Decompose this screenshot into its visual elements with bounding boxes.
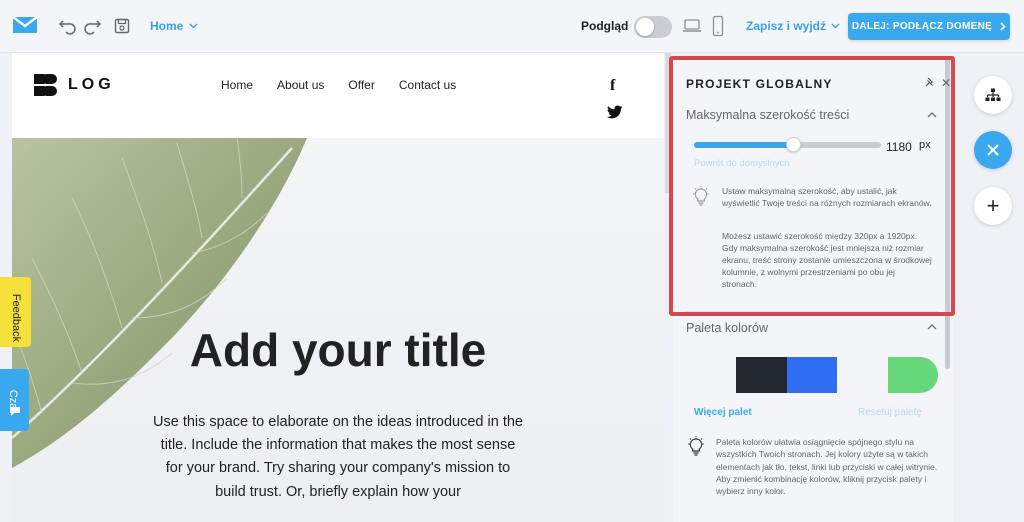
sitemap-icon — [985, 88, 1001, 101]
plus-icon: + — [986, 193, 1000, 218]
page-canvas[interactable]: LOG Home About us Offer Contact us f Add… — [12, 53, 664, 522]
site-structure-button[interactable] — [974, 76, 1012, 114]
site-nav: Home About us Offer Contact us — [221, 78, 456, 92]
brand-logo-icon — [34, 74, 57, 96]
save-exit-label: Zapisz i wyjdź — [746, 19, 827, 33]
chat-label: Czat — [7, 389, 19, 413]
palette-info-text: Paleta kolorów ułatwia osiągnięcie spójn… — [716, 437, 938, 497]
save-icon[interactable] — [113, 17, 131, 35]
highlight-frame — [669, 56, 955, 316]
nav-item-contact[interactable]: Contact us — [399, 78, 456, 92]
site-brand: LOG — [34, 74, 115, 96]
next-connect-domain-button[interactable]: DALEJ: PODŁĄCZ DOMENĘ — [848, 13, 1010, 40]
palette-swatch[interactable] — [786, 357, 838, 393]
phone-icon[interactable] — [712, 15, 724, 37]
palette-swatch[interactable] — [686, 357, 737, 393]
redo-icon[interactable] — [84, 17, 102, 35]
facebook-icon[interactable]: f — [610, 77, 615, 95]
preview-toggle[interactable] — [634, 16, 672, 38]
page-select-label: Home — [150, 19, 184, 33]
more-palettes-link[interactable]: Więcej palet — [694, 407, 752, 418]
nav-item-about[interactable]: About us — [277, 78, 324, 92]
save-exit-menu[interactable]: Zapisz i wyjdź — [746, 19, 840, 33]
brand-name: LOG — [68, 76, 115, 93]
chat-tab[interactable]: Czat — [0, 369, 29, 431]
nav-item-offer[interactable]: Offer — [348, 78, 374, 92]
chevron-down-icon — [189, 23, 198, 29]
nav-item-home[interactable]: Home — [221, 78, 253, 92]
palette-swatch[interactable] — [736, 357, 787, 393]
preview-label: Podgląd — [581, 19, 629, 33]
chevron-right-icon — [1000, 22, 1006, 31]
hero-body-text[interactable]: Use this space to elaborate on the ideas… — [152, 411, 524, 504]
hero-title[interactable]: Add your title — [12, 323, 664, 377]
top-toolbar: Home Podgląd Zapisz i wyjdź DALEJ: PODŁĄ… — [0, 0, 1024, 53]
close-design-button[interactable] — [974, 131, 1012, 169]
app-logo-icon[interactable] — [12, 14, 38, 36]
twitter-icon[interactable] — [607, 105, 623, 119]
undo-icon[interactable] — [58, 17, 76, 35]
palette-swatch[interactable] — [837, 357, 888, 393]
site-header[interactable]: LOG Home About us Offer Contact us f — [12, 53, 664, 138]
laptop-icon[interactable] — [682, 18, 702, 34]
palette-section-heading[interactable]: Paleta kolorów — [686, 321, 768, 335]
chat-bubble-icon — [10, 407, 20, 416]
next-button-label: DALEJ: PODŁĄCZ DOMENĘ — [851, 21, 993, 32]
chevron-up-icon[interactable] — [927, 324, 937, 330]
chevron-down-icon — [831, 23, 840, 29]
hero-section[interactable]: Add your title Use this space to elabora… — [12, 138, 664, 522]
color-palette[interactable] — [686, 357, 938, 393]
palette-swatch[interactable] — [887, 357, 938, 393]
lightbulb-icon — [688, 436, 704, 456]
close-icon — [987, 144, 999, 156]
toggle-knob — [636, 18, 654, 36]
page-select[interactable]: Home — [150, 19, 198, 33]
feedback-label: Feedback — [10, 293, 22, 343]
reset-palette-link[interactable]: Resetuj paletę — [858, 407, 922, 418]
add-element-button[interactable]: + — [974, 187, 1012, 225]
feedback-tab[interactable]: Feedback — [0, 277, 31, 347]
